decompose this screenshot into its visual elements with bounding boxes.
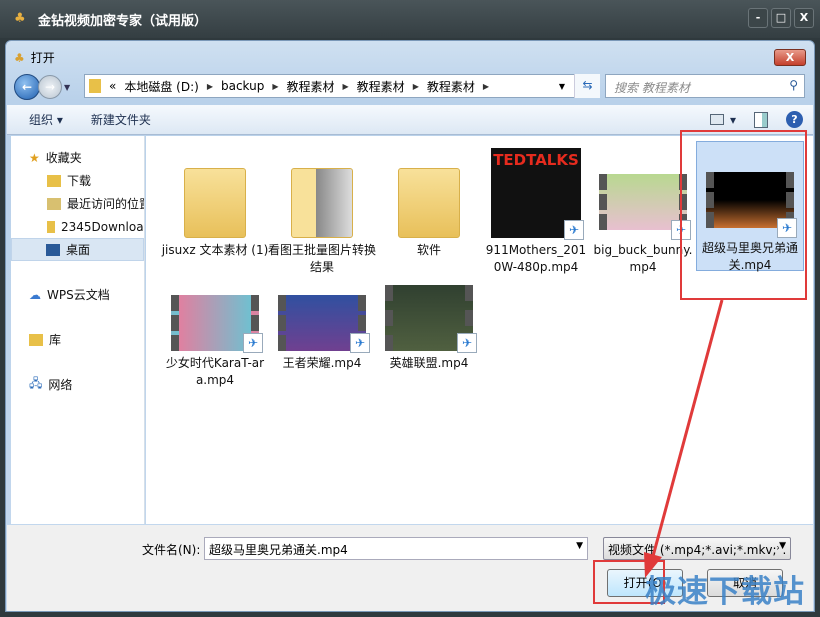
annotation-arrow: [644, 299, 724, 578]
watermark: 极速下载站: [645, 574, 805, 610]
